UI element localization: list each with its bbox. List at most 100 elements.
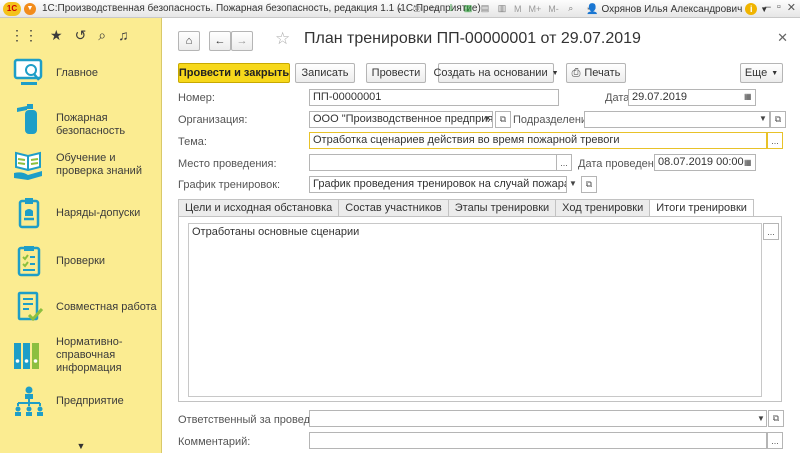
minimize-icon[interactable]: – [765, 1, 771, 14]
spreadsheet-icon[interactable]: ▦ [461, 2, 475, 15]
held-date-field[interactable]: 08.07.2019 00:00 [654, 154, 756, 171]
sidebar-item-label: Главное [56, 66, 99, 79]
comment-edit-button[interactable]: ... [767, 432, 783, 449]
tab-goals[interactable]: Цели и исходная обстановка [178, 199, 339, 217]
user-name: Охрянов Илья Александрович [601, 3, 743, 15]
favorite-star-icon[interactable]: ☆ [275, 29, 290, 49]
sidebar-item-main[interactable]: Главное [0, 56, 162, 90]
open-responsible-icon[interactable]: ⧉ [768, 410, 784, 427]
org-chart-icon [12, 384, 46, 418]
post-button[interactable]: Провести [366, 63, 426, 83]
maximize-icon[interactable]: ▫ [777, 1, 781, 14]
back-button[interactable]: ← [209, 31, 231, 51]
create-based-on-label: Создать на основании [433, 67, 548, 79]
arrow-right-icon: → [236, 35, 248, 47]
forward-button[interactable]: → [231, 31, 253, 51]
sidebar-scroll-down[interactable]: ▼ [0, 439, 162, 453]
comment-field[interactable] [309, 432, 767, 449]
sidebar-item-label: Проверки [56, 254, 106, 267]
sidebar-item-training[interactable]: Обучение и проверка знаний [0, 148, 162, 182]
document-form: ⌂ ← → ☆ План тренировки ПП-00000001 от 2… [163, 18, 800, 453]
tab-participants[interactable]: Состав участников [338, 199, 448, 217]
post-and-close-button[interactable]: Провести и закрыть [178, 63, 290, 83]
sidebar-item-enterprise[interactable]: Предприятие [0, 384, 162, 418]
chevron-down-icon[interactable]: ▼ [759, 114, 767, 123]
window-titlebar: 1С ▼ 1С:Производственная безопасность. П… [0, 0, 800, 18]
tab-strip: Цели и исходная обстановка Состав участн… [178, 199, 754, 217]
calendar-icon[interactable]: ▤ [478, 2, 492, 15]
open-department-icon[interactable]: ⧉ [770, 111, 786, 128]
tab-progress[interactable]: Ход тренировки [555, 199, 650, 217]
responsible-field[interactable] [309, 410, 767, 427]
tab-results[interactable]: Итоги тренировки [649, 199, 754, 217]
comment-label: Комментарий: [178, 436, 251, 448]
chevron-down-icon[interactable]: ▼ [483, 114, 491, 123]
info-icon[interactable]: i [745, 3, 758, 15]
notifications-bell-icon[interactable]: ♫ [118, 27, 129, 43]
sidebar-item-label: Предприятие [56, 394, 124, 407]
search-icon[interactable]: ⌕ [564, 2, 578, 15]
book-hand-icon [12, 148, 46, 182]
window-controls: – ▫ ✕ [765, 1, 796, 14]
tab-stages[interactable]: Этапы тренировки [447, 199, 556, 217]
chevron-down-icon[interactable]: ▼ [757, 414, 765, 423]
main-menu-button[interactable]: ▼ [24, 2, 36, 15]
chevron-down-icon[interactable]: ▼ [569, 179, 577, 188]
app-logo-icon: 1С [3, 1, 21, 16]
sidebar-item-label: Нормативно-справочная информация [56, 335, 123, 374]
apps-grid-icon[interactable]: ⋮⋮ [10, 27, 38, 44]
results-edit-button[interactable]: ... [763, 223, 779, 240]
calendar-icon[interactable]: ▦ [744, 158, 752, 167]
binders-icon [12, 338, 46, 372]
permit-icon [12, 196, 46, 230]
home-button[interactable]: ⌂ [178, 31, 200, 51]
results-textarea[interactable]: Отработаны основные сценарии [188, 223, 762, 397]
printer-icon: ⎙ [571, 66, 581, 79]
place-field[interactable] [309, 154, 557, 171]
save-icon[interactable]: ▪ [393, 2, 407, 15]
sidebar-item-label: Совместная работа [56, 300, 157, 313]
memory-button[interactable]: M [512, 2, 524, 15]
save-button[interactable]: Записать [295, 63, 355, 83]
sidebar-item-collaboration[interactable]: Совместная работа [0, 290, 162, 324]
sidebar-item-permits[interactable]: Наряды-допуски [0, 196, 162, 230]
number-label: Номер: [178, 92, 215, 104]
memory-plus-button[interactable]: M+ [527, 2, 544, 15]
open-schedule-icon[interactable]: ⧉ [581, 176, 597, 193]
monitor-icon [12, 56, 46, 90]
topic-label: Тема: [178, 136, 207, 148]
place-select-button[interactable]: ... [556, 154, 572, 171]
search-icon[interactable]: ⌕ [98, 27, 106, 44]
fire-extinguisher-icon [12, 102, 46, 136]
current-user[interactable]: 👤 Охрянов Илья Александрович i ▼ [586, 3, 768, 15]
sidebar-item-fire-safety[interactable]: Пожарная безопасность [0, 102, 162, 137]
department-field[interactable] [584, 111, 770, 128]
organization-field[interactable]: ООО "Производственное предприятие" [309, 111, 493, 128]
calendar-icon[interactable]: ▦ [744, 92, 752, 101]
favorites-star-icon[interactable]: ★ [50, 27, 63, 44]
sidebar-toolbar: ⋮⋮ ★ ↺ ⌕ ♫ [0, 18, 161, 52]
topic-select-button[interactable]: ... [767, 132, 783, 149]
history-icon[interactable]: ↺ [75, 27, 87, 44]
open-organization-icon[interactable]: ⧉ [495, 111, 511, 128]
create-based-on-button[interactable]: Создать на основании ▼ [433, 63, 559, 83]
schedule-label: График тренировок: [178, 179, 281, 191]
place-label: Место проведения: [178, 158, 277, 170]
schedule-field[interactable]: График проведения тренировок на случай п… [309, 176, 567, 193]
memory-minus-button[interactable]: M- [546, 2, 561, 15]
print-icon[interactable]: ⎙ [410, 2, 424, 15]
sidebar-item-reference-info[interactable]: Нормативно-справочная информация [0, 335, 162, 374]
print-button[interactable]: ⎙ Печать [566, 63, 626, 83]
date-field[interactable]: 29.07.2019 [628, 89, 756, 106]
topic-field[interactable]: Отработка сценариев действия во время по… [309, 132, 767, 149]
calculator-icon[interactable]: ▥ [495, 2, 509, 15]
preview-icon[interactable]: ▭ [427, 2, 441, 15]
sidebar-item-inspections[interactable]: Проверки [0, 244, 162, 278]
close-form-icon[interactable]: ✕ [777, 30, 788, 46]
more-button[interactable]: Еще ▼ [740, 63, 783, 83]
download-icon[interactable]: ⇩ [444, 2, 458, 15]
close-icon[interactable]: ✕ [787, 1, 796, 14]
number-field[interactable]: ПП-00000001 [309, 89, 559, 106]
arrow-left-icon: ← [214, 35, 226, 47]
home-icon: ⌂ [185, 35, 193, 47]
